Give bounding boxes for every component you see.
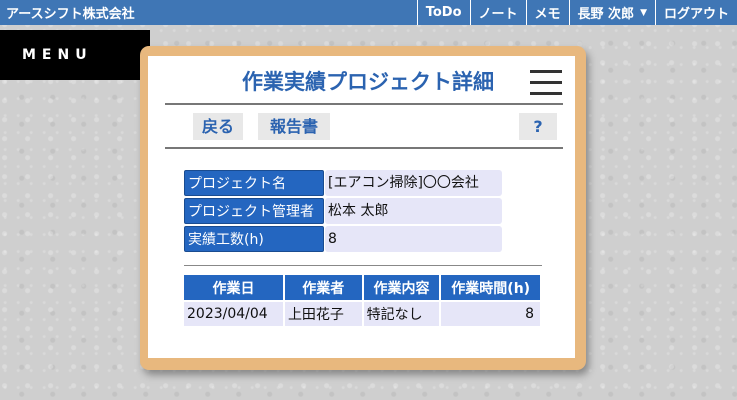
divider [184,265,542,266]
column-header-content: 作業内容 [362,275,442,301]
divider [165,103,563,105]
divider [165,147,563,149]
cell-hours: 8 [440,300,542,326]
info-value: 松本 太郎 [325,198,502,224]
column-header-hours: 作業時間(h) [440,275,542,301]
info-value: 8 [325,226,502,252]
top-nav: ToDo ノート メモ 長野 次郎 ▼ ログアウト [416,0,737,25]
info-value: [エアコン掃除]〇〇会社 [325,170,502,196]
help-button[interactable]: ? [519,113,557,140]
cell-worker: 上田花子 [283,300,364,326]
nav-memo[interactable]: メモ [525,0,569,25]
cell-date: 2023/04/04 [184,300,285,326]
column-header-worker: 作業者 [283,275,364,301]
user-name: 長野 次郎 [577,7,635,22]
page-title: 作業実績プロジェクト詳細 [242,70,494,94]
info-label: プロジェクト名 [184,170,324,196]
info-label: 実績工数(h) [184,226,324,252]
hamburger-menu-icon[interactable] [530,70,562,96]
cell-content: 特記なし [362,300,442,326]
info-label: プロジェクト管理者 [184,198,324,224]
work-table: 作業日 作業者 作業内容 作業時間(h) 2023/04/04 上田花子 特記な… [184,275,542,326]
nav-note[interactable]: ノート [469,0,526,25]
report-button[interactable]: 報告書 [258,113,330,140]
info-row-project-name: プロジェクト名 [エアコン掃除]〇〇会社 [184,170,502,196]
company-name: アースシフト株式会社 [6,7,135,22]
nav-logout[interactable]: ログアウト [654,0,737,25]
nav-todo[interactable]: ToDo [416,0,470,25]
detail-card: 作業実績プロジェクト詳細 戻る 報告書 ? プロジェクト名 [エアコン掃除]〇〇… [148,56,575,358]
caret-down-icon: ▼ [640,7,647,18]
info-row-project-manager: プロジェクト管理者 松本 太郎 [184,198,502,224]
detail-panel-frame: 作業実績プロジェクト詳細 戻る 報告書 ? プロジェクト名 [エアコン掃除]〇〇… [140,46,586,370]
column-header-date: 作業日 [184,275,285,301]
table-row: 2023/04/04 上田花子 特記なし 8 [184,300,542,326]
nav-user-menu[interactable]: 長野 次郎 ▼ [568,0,655,25]
menu-button[interactable]: MENU [0,30,150,80]
info-row-actual-hours: 実績工数(h) 8 [184,226,502,252]
back-button[interactable]: 戻る [193,113,243,140]
top-bar: アースシフト株式会社 ToDo ノート メモ 長野 次郎 ▼ ログアウト [0,0,737,25]
